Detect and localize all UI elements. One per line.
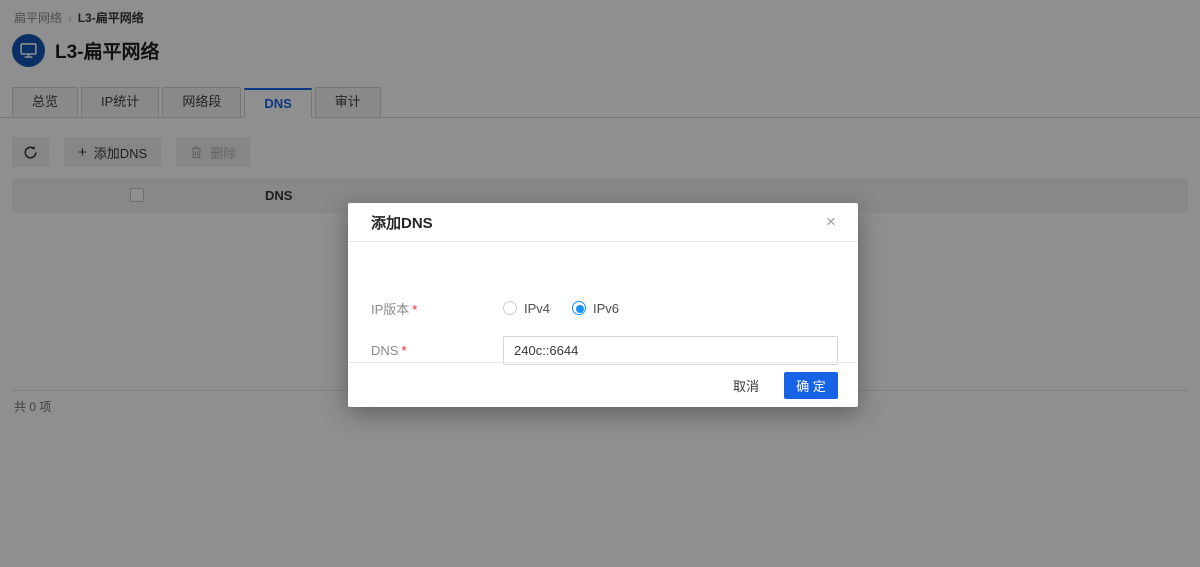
confirm-button[interactable]: 确 定 bbox=[784, 372, 838, 399]
modal-footer: 取消 确 定 bbox=[348, 362, 858, 407]
required-mark: * bbox=[412, 302, 417, 317]
close-icon[interactable]: × bbox=[818, 209, 844, 235]
ip-version-label: IP版本* bbox=[371, 299, 503, 318]
radio-ipv4[interactable]: IPv4 bbox=[503, 301, 550, 316]
cancel-button[interactable]: 取消 bbox=[725, 370, 767, 401]
radio-ipv6-label: IPv6 bbox=[593, 301, 619, 316]
radio-ipv6-circle bbox=[572, 301, 586, 315]
ip-version-label-text: IP版本 bbox=[371, 302, 409, 317]
dns-label: DNS* bbox=[371, 343, 503, 358]
radio-ipv6[interactable]: IPv6 bbox=[572, 301, 619, 316]
radio-ipv4-label: IPv4 bbox=[524, 301, 550, 316]
radio-ipv4-circle bbox=[503, 301, 517, 315]
add-dns-modal: 添加DNS × IP版本* IPv4 IPv6 DNS* 取消 确 定 bbox=[348, 203, 858, 407]
dns-label-text: DNS bbox=[371, 343, 398, 358]
dns-row: DNS* bbox=[371, 335, 838, 365]
required-mark: * bbox=[401, 343, 406, 358]
modal-title: 添加DNS bbox=[371, 212, 433, 233]
dns-input[interactable] bbox=[503, 336, 838, 365]
ip-version-row: IP版本* IPv4 IPv6 bbox=[371, 298, 838, 318]
ip-version-radio-group: IPv4 IPv6 bbox=[503, 301, 641, 316]
modal-header: 添加DNS × bbox=[348, 203, 858, 242]
